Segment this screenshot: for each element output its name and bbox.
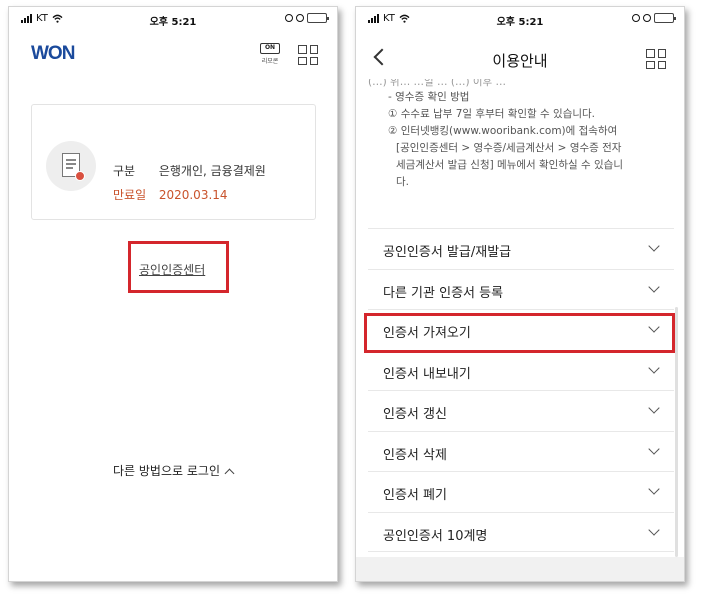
document-icon: [62, 153, 85, 181]
cert-type-row: 구분 은행개인, 금융결제원: [113, 162, 266, 179]
other-login-toggle[interactable]: 다른 방법으로 로그인: [9, 462, 337, 479]
accordion-item-issue[interactable]: 공인인증서 발급/재발급: [368, 228, 674, 269]
alarm-icon: [296, 14, 304, 22]
accordion-item-renew[interactable]: 인증서 갱신: [368, 390, 674, 431]
cert-expiry-row: 만료일 2020.03.14: [113, 186, 228, 203]
guide-accordion: 공인인증서 발급/재발급 다른 기관 인증서 등록 인증서 가져오기 인증서 내…: [368, 228, 674, 552]
notes-line-4: 세금계산서 발급 신청] 메뉴에서 확인하실 수 있습니: [396, 159, 623, 171]
chevron-down-icon: [648, 402, 660, 414]
won-logo: WON: [31, 43, 75, 64]
chevron-down-icon: [648, 361, 660, 374]
grid-menu-icon[interactable]: [298, 45, 318, 65]
highlight-box: [364, 313, 675, 353]
accordion-item-delete[interactable]: 인증서 삭제: [368, 430, 674, 472]
certificate-center-link[interactable]: 공인인증센터: [139, 261, 205, 278]
notes-heading: - 영수증 확인 방법: [388, 91, 470, 103]
cert-type-value: 은행개인, 금융결제원: [158, 164, 266, 178]
chevron-down-icon: [648, 240, 660, 252]
certificate-icon-circle: [46, 141, 96, 191]
notes-line-5: 다.: [396, 176, 409, 188]
notes-line-2: ② 인터넷뱅킹(www.wooribank.com)에 접속하여: [388, 125, 618, 137]
notes-partial-line: (…) 위… …일 … (…) 이후 …: [368, 79, 507, 88]
cert-expiry-label: 만료일: [113, 188, 147, 202]
grid-menu-icon[interactable]: [646, 49, 666, 69]
clock-badge-icon: [75, 171, 85, 181]
alarm-icon: [643, 14, 651, 22]
cert-type-label: 구분: [113, 164, 136, 178]
certificate-card[interactable]: 구분 은행개인, 금융결제원 만료일 2020.03.14: [31, 104, 316, 220]
remote-label: 리모콘: [261, 58, 279, 65]
chevron-down-icon: [648, 483, 660, 495]
cert-expiry-value: 2020.03.14: [158, 188, 228, 202]
battery-icon: [654, 13, 676, 23]
status-bar: KT 오후 5:21: [9, 7, 337, 31]
scrollbar[interactable]: [675, 307, 678, 557]
guide-screen: KT 오후 5:21 이용안내 (…) 위… …일 … (…) 이후 … - 영…: [355, 6, 685, 582]
chevron-down-icon: [648, 442, 660, 455]
notes-line-1: ① 수수료 납부 7일 후부터 확인할 수 있습니다.: [388, 108, 596, 120]
accordion-item-ten-rules[interactable]: 공인인증서 10계명: [368, 511, 674, 552]
page-title: 이용안내: [492, 52, 548, 70]
status-bar: KT 오후 5:21: [356, 7, 684, 31]
chevron-up-icon: [224, 468, 235, 479]
accordion-item-revoke[interactable]: 인증서 폐기: [368, 471, 674, 512]
battery-icon: [307, 13, 329, 23]
other-login-label: 다른 방법으로 로그인: [113, 464, 220, 478]
chevron-down-icon: [648, 280, 660, 293]
accordion-item-export[interactable]: 인증서 내보내기: [368, 349, 674, 391]
bottom-area: [356, 557, 684, 581]
accordion-item-register-other[interactable]: 다른 기관 인증서 등록: [368, 268, 674, 310]
orientation-lock-icon: [285, 14, 293, 22]
remote-icon: ON: [260, 43, 280, 54]
chevron-down-icon: [648, 523, 660, 536]
guide-notes: (…) 위… …일 … (…) 이후 … - 영수증 확인 방법 ① 수수료 납…: [368, 79, 668, 191]
login-screen: KT 오후 5:21 WON ON 리모콘 구분 은행개인, 금융결제원 만료일…: [8, 6, 338, 582]
notes-line-3: [공인인증센터 > 영수증/세금계산서 > 영수증 전자: [396, 142, 622, 154]
remote-control-button[interactable]: ON 리모콘: [259, 43, 281, 65]
orientation-lock-icon: [632, 14, 640, 22]
